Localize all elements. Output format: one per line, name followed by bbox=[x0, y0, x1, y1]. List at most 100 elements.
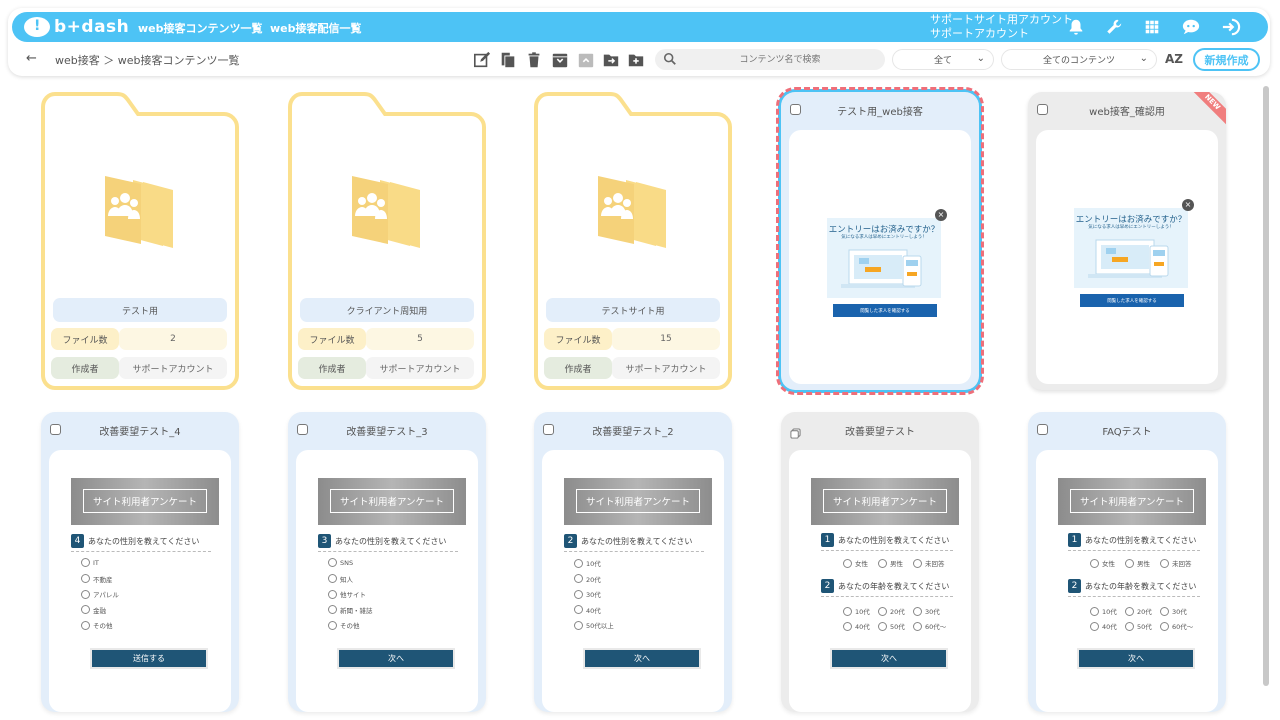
survey-question: 2 あなたの年齢を教えてください bbox=[821, 579, 949, 593]
radio-icon bbox=[81, 620, 90, 630]
nav-content-list[interactable]: web接客コンテンツ一覧 bbox=[138, 20, 263, 36]
card-preview: サイト利用者アンケート 2 あなたの性別を教えてください 10代 20代 30代 40… bbox=[542, 450, 724, 712]
back-arrow-icon[interactable]: ← bbox=[26, 51, 37, 66]
archive-icon[interactable] bbox=[551, 51, 569, 69]
chevron-down-icon: ⌄ bbox=[976, 53, 985, 64]
scrollbar-thumb[interactable] bbox=[1263, 86, 1269, 686]
option-label: 40代 bbox=[855, 623, 870, 631]
radio-icon bbox=[878, 558, 887, 568]
folder-card[interactable]: クライアント周知用 ファイル数 5 作成者 サポートアカウント bbox=[288, 92, 486, 390]
unarchive-icon[interactable] bbox=[577, 51, 595, 69]
option-label: 20代 bbox=[586, 575, 601, 584]
radio-icon bbox=[1090, 621, 1099, 631]
folder-name: クライアント周知用 bbox=[300, 298, 474, 322]
bell-icon[interactable] bbox=[1067, 18, 1085, 36]
radio-option: 60代〜 bbox=[1160, 621, 1193, 631]
card-checkbox[interactable] bbox=[790, 424, 801, 439]
radio-option: 10代 bbox=[574, 558, 601, 568]
divider bbox=[71, 551, 211, 552]
radio-option: 不動産 bbox=[81, 574, 113, 584]
sort-az-icon[interactable]: AZ bbox=[1165, 52, 1183, 66]
filter-select-all[interactable]: 全て ⌄ bbox=[892, 49, 994, 70]
option-label: 他サイト bbox=[340, 591, 366, 599]
scrollbar[interactable] bbox=[1262, 86, 1270, 716]
radio-icon bbox=[913, 606, 922, 616]
popup-subtitle: 気になる求人は早めにエントリーしよう！ bbox=[841, 235, 927, 240]
chevron-down-icon: ⌄ bbox=[1139, 53, 1148, 64]
radio-option: 40代 bbox=[574, 605, 601, 615]
survey-submit-button: 次へ bbox=[1079, 650, 1193, 667]
filter-select-content[interactable]: 全てのコンテンツ ⌄ bbox=[1001, 49, 1157, 70]
copy-icon[interactable] bbox=[499, 51, 517, 69]
question-number: 2 bbox=[821, 579, 834, 593]
question-number: 4 bbox=[71, 534, 84, 548]
folder-file-count-row: ファイル数 15 bbox=[544, 328, 720, 350]
folder-card[interactable]: テスト用 ファイル数 2 作成者 サポートアカウント bbox=[41, 92, 239, 390]
search-box[interactable] bbox=[655, 49, 885, 70]
logo[interactable]: b+dash bbox=[24, 16, 129, 38]
divider bbox=[318, 551, 458, 552]
folder-name: テストサイト用 bbox=[546, 298, 720, 322]
account-info[interactable]: サポートサイト用アカウント サポートアカウント bbox=[930, 13, 1073, 41]
chat-icon[interactable] bbox=[1180, 18, 1202, 36]
owner-label: 作成者 bbox=[298, 357, 366, 379]
wrench-icon[interactable] bbox=[1105, 18, 1123, 36]
question-number: 3 bbox=[318, 534, 331, 548]
radio-option: アパレル bbox=[81, 589, 119, 599]
card-preview: サイト利用者アンケート 4 あなたの性別を教えてください IT 不動産 アパレル 金融… bbox=[49, 450, 231, 712]
logout-icon[interactable] bbox=[1220, 18, 1242, 36]
add-folder-icon[interactable] bbox=[627, 51, 645, 69]
content-card[interactable]: 改善要望テスト サイト利用者アンケート 1 あなたの性別を教えてください 女性 男… bbox=[781, 412, 979, 712]
content-card[interactable]: 改善要望テスト_3 サイト利用者アンケート 3 あなたの性別を教えてください S… bbox=[288, 412, 486, 712]
search-input[interactable] bbox=[685, 49, 875, 70]
radio-icon bbox=[878, 606, 887, 616]
option-label: 男性 bbox=[1137, 560, 1150, 568]
option-label: 新聞・雑誌 bbox=[340, 606, 373, 615]
radio-option: 10代 bbox=[1090, 606, 1117, 616]
card-title: 改善要望テスト_4 bbox=[99, 426, 181, 438]
radio-option: 金融 bbox=[81, 605, 106, 615]
grid-icon[interactable] bbox=[1143, 18, 1161, 36]
owner-label: 作成者 bbox=[51, 357, 119, 379]
radio-option: その他 bbox=[328, 620, 360, 630]
folder-card[interactable]: テストサイト用 ファイル数 15 作成者 サポートアカウント bbox=[534, 92, 732, 390]
radio-icon bbox=[1125, 621, 1134, 631]
radio-icon bbox=[328, 574, 337, 583]
card-checkbox[interactable] bbox=[297, 424, 308, 435]
card-checkbox[interactable] bbox=[1037, 104, 1048, 115]
content-card[interactable]: テスト用_web接客 エントリーはお済みですか？ 気になる求人は早めにエントリー… bbox=[776, 87, 984, 395]
popup-preview: エントリーはお済みですか？ 気になる求人は早めにエントリーしよう！ × bbox=[827, 209, 947, 298]
content-card[interactable]: 改善要望テスト_2 サイト利用者アンケート 2 あなたの性別を教えてください 1… bbox=[534, 412, 732, 712]
radio-icon bbox=[913, 558, 922, 568]
option-label: その他 bbox=[93, 622, 113, 630]
move-icon[interactable] bbox=[602, 51, 620, 69]
option-label: IT bbox=[93, 558, 99, 567]
card-title: テスト用_web接客 bbox=[837, 106, 923, 118]
trash-icon[interactable] bbox=[525, 51, 543, 69]
content-card[interactable]: FAQテスト サイト利用者アンケート 1 あなたの性別を教えてください 女性 男性… bbox=[1028, 412, 1226, 712]
logo-text: b+dash bbox=[54, 17, 130, 37]
popup-button: 閲覧した求人を確認する bbox=[1080, 294, 1184, 307]
radio-icon bbox=[328, 589, 337, 599]
new-create-button[interactable]: 新規作成 bbox=[1193, 48, 1260, 71]
card-checkbox[interactable] bbox=[50, 424, 61, 435]
content-card[interactable]: web接客_確認用 エントリーはお済みですか？ 気になる求人は早めにエントリーし… bbox=[1028, 92, 1226, 390]
card-checkbox[interactable] bbox=[1037, 424, 1048, 435]
new-badge-label: NEW bbox=[1192, 92, 1226, 126]
card-preview: エントリーはお済みですか？ 気になる求人は早めにエントリーしよう！ × 閲覧した… bbox=[1036, 130, 1218, 384]
content-card[interactable]: 改善要望テスト_4 サイト利用者アンケート 4 あなたの性別を教えてください I… bbox=[41, 412, 239, 712]
radio-option: 男性 bbox=[878, 558, 903, 568]
card-checkbox[interactable] bbox=[790, 104, 801, 115]
option-label: 30代 bbox=[586, 591, 601, 599]
card-checkbox[interactable] bbox=[543, 424, 554, 435]
edit-icon[interactable] bbox=[473, 51, 491, 69]
radio-icon bbox=[81, 605, 90, 614]
option-label: 60代〜 bbox=[1172, 623, 1194, 631]
divider bbox=[821, 596, 953, 597]
radio-option: 他サイト bbox=[328, 589, 366, 599]
survey-submit-button: 次へ bbox=[832, 650, 946, 667]
option-label: 50代 bbox=[890, 623, 905, 631]
option-label: 10代 bbox=[586, 560, 601, 568]
divider bbox=[1068, 550, 1200, 551]
nav-delivery-list[interactable]: web接客配信一覧 bbox=[270, 20, 362, 36]
